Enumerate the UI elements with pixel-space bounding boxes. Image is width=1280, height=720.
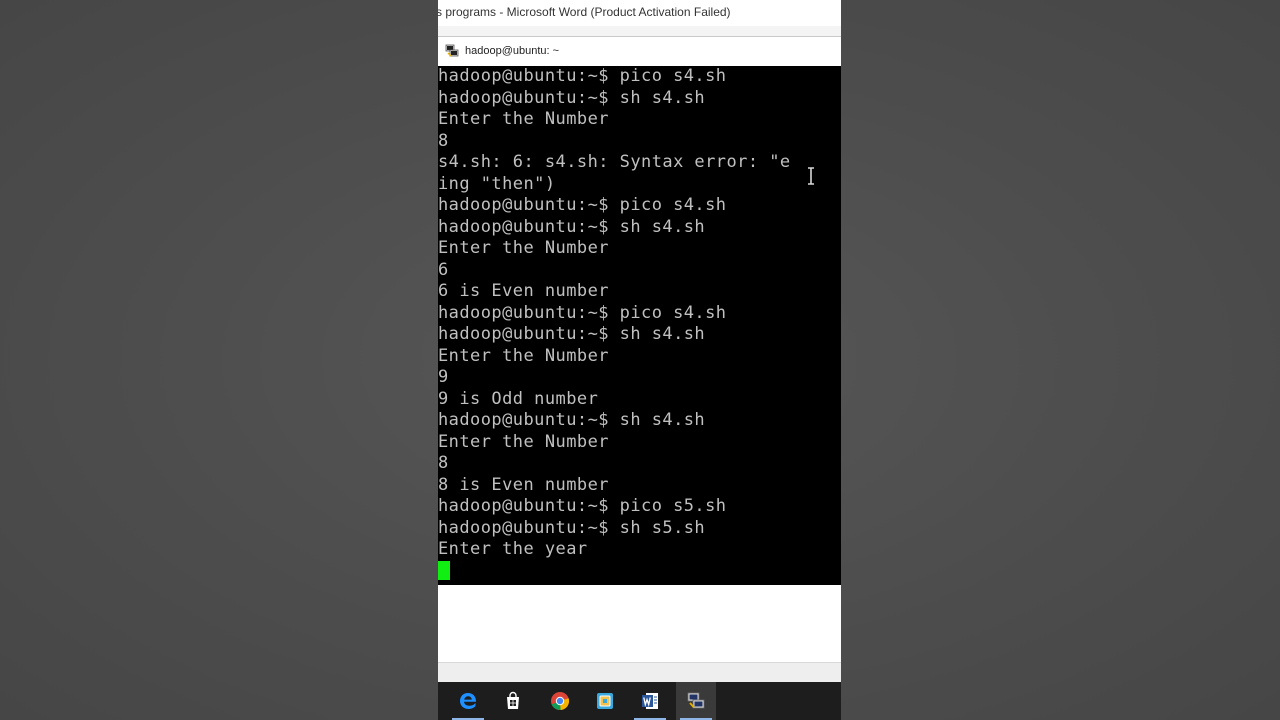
terminal-line: hadoop@ubuntu:~$ sh s5.sh (438, 517, 706, 538)
taskbar-item-chrome[interactable] (540, 682, 580, 720)
terminal-prompt-line (438, 560, 791, 583)
terminal-line: Enter the Number (438, 345, 609, 366)
taskbar-item-word[interactable] (630, 682, 670, 720)
terminal-line: Enter the Number (438, 109, 609, 129)
terminal-line: s4.sh: 6: s4.sh: Syntax error: "e (438, 152, 791, 172)
terminal-line: 8 (438, 453, 449, 473)
terminal-cursor (438, 560, 450, 580)
terminal-line: hadoop@ubuntu:~$ pico s4.sh (438, 66, 727, 86)
terminal-line: hadoop@ubuntu:~$ sh s4.sh (438, 324, 706, 344)
terminal-line: ing "then") (438, 173, 556, 194)
putty-app-icon (445, 44, 459, 57)
edge-icon (460, 693, 477, 709)
terminal-line: 8 is Even number (438, 474, 609, 495)
putty-icon (687, 692, 705, 709)
terminal-line: hadoop@ubuntu:~$ pico s5.sh (438, 496, 727, 516)
terminal-line: Enter the Number (438, 431, 609, 452)
taskbar-item-store[interactable] (493, 682, 533, 720)
taskbar-item-edge[interactable] (448, 682, 488, 720)
window-bottom-border (438, 662, 841, 682)
taskbar-item-putty[interactable] (676, 682, 716, 720)
word-ribbon-strip (438, 26, 841, 36)
terminal-output[interactable]: hadoop@ubuntu:~$ pico s4.sh hadoop@ubuntu… (438, 66, 841, 585)
putty-window-title: hadoop@ubuntu: ~ (465, 45, 560, 57)
terminal-line: 8 (438, 130, 449, 151)
putty-window-titlebar[interactable]: hadoop@ubuntu: ~ (438, 36, 841, 66)
store-icon (507, 691, 519, 709)
video-backdrop: s programs - Microsoft Word (Product Act… (0, 0, 1280, 720)
terminal-line: 6 (438, 259, 449, 280)
terminal-line: 9 is Odd number (438, 388, 599, 409)
word-window-titlebar[interactable]: s programs - Microsoft Word (Product Act… (438, 0, 841, 26)
terminal-line: hadoop@ubuntu:~$ sh s4.sh (438, 410, 706, 430)
terminal-line: 6 is Even number (438, 281, 609, 301)
terminal-line: hadoop@ubuntu:~$ sh s4.sh (438, 216, 706, 237)
terminal-line: hadoop@ubuntu:~$ pico s4.sh (438, 195, 727, 215)
terminal-line: Enter the Number (438, 238, 609, 258)
chrome-icon (551, 692, 570, 711)
terminal-lines: hadoop@ubuntu:~$ pico s4.sh hadoop@ubuntu… (438, 66, 791, 582)
desktop-blank-area (438, 585, 841, 662)
word-window-title: s programs - Microsoft Word (Product Act… (438, 5, 731, 19)
terminal-line: Enter the year (438, 539, 588, 559)
text-cursor-ibeam-icon (808, 167, 814, 185)
desktop-screen: s programs - Microsoft Word (Product Act… (438, 0, 841, 720)
vmware-icon (597, 693, 613, 709)
terminal-line: hadoop@ubuntu:~$ sh s4.sh (438, 87, 706, 108)
terminal-line: hadoop@ubuntu:~$ pico s4.sh (438, 302, 727, 323)
terminal-line: 9 (438, 367, 449, 387)
windows-taskbar (438, 682, 841, 720)
taskbar-item-vmware[interactable] (585, 682, 625, 720)
word-icon (642, 693, 658, 709)
